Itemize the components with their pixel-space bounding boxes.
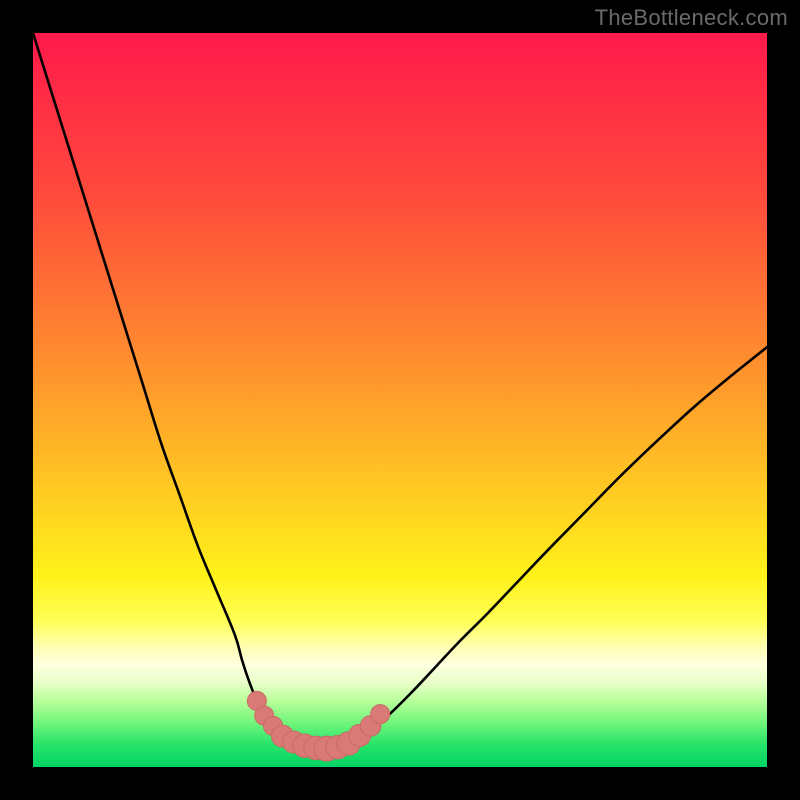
- curve-marker: [371, 705, 390, 724]
- watermark-text: TheBottleneck.com: [595, 5, 788, 31]
- outer-frame: TheBottleneck.com: [0, 0, 800, 800]
- bottleneck-chart: [33, 33, 767, 767]
- gradient-background: [33, 33, 767, 767]
- plot-area: [33, 33, 767, 767]
